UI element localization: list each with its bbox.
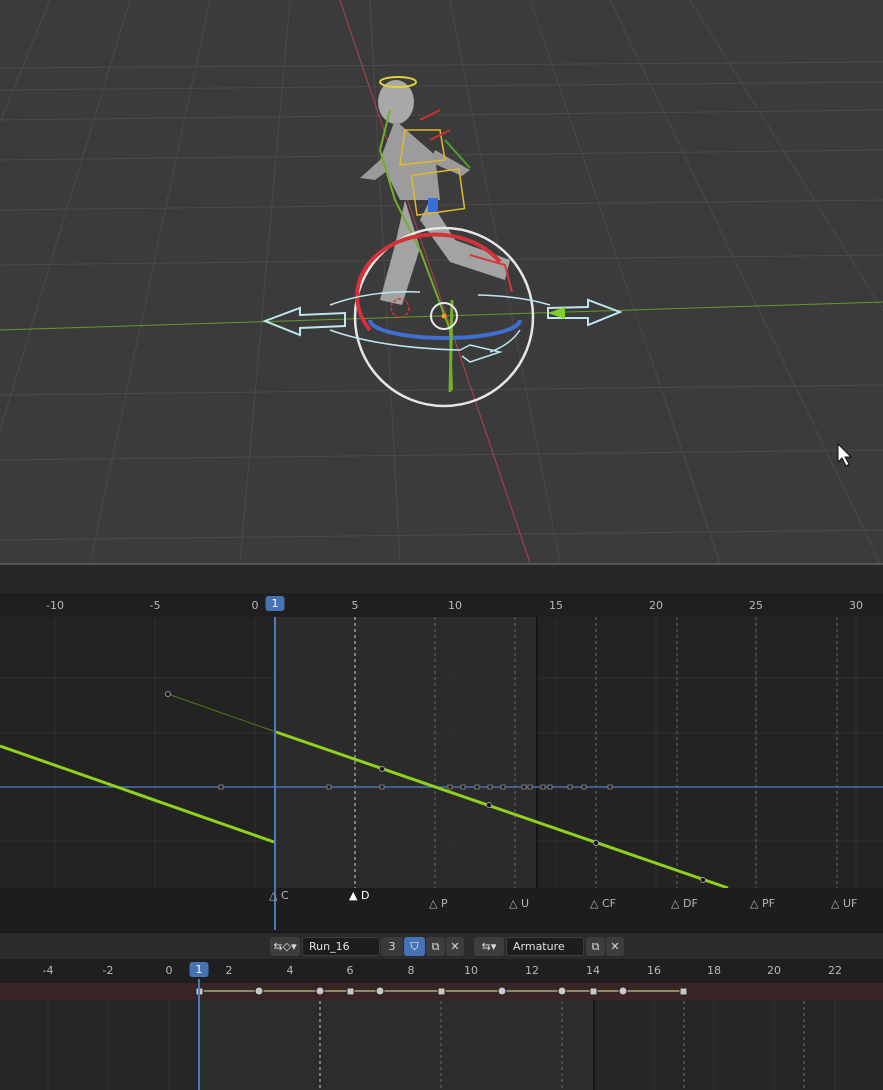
marker-label: U: [520, 897, 530, 910]
dopesheet-ruler-label: 0: [165, 964, 173, 977]
area-divider[interactable]: [0, 563, 883, 593]
action-users-count[interactable]: 3: [381, 937, 403, 956]
marker-label: DF: [682, 897, 698, 910]
marker-uf[interactable]: △ UF: [831, 897, 857, 910]
marker-pf[interactable]: △ PF: [750, 897, 775, 910]
graph-ruler-label: 25: [749, 599, 763, 612]
dopesheet-ruler-label: -4: [42, 964, 54, 977]
marker-u[interactable]: △ U: [509, 897, 529, 910]
dopesheet-current-frame-indicator[interactable]: 1: [189, 962, 209, 977]
graph-ruler-label: 30: [849, 599, 863, 612]
marker-label: UF: [842, 897, 858, 910]
dopesheet-ruler-label: 10: [464, 964, 478, 977]
chevron-down-icon: ▾: [291, 940, 297, 953]
dopesheet-ruler-label: 8: [407, 964, 415, 977]
graph-ruler-label: 15: [549, 599, 563, 612]
action-browse-button[interactable]: ⇆◇▾: [270, 937, 300, 956]
graph-editor[interactable]: -10 -5 0 5 10 15 20 25 30 1 △ C ▲ D △ P …: [0, 593, 883, 930]
current-frame-indicator[interactable]: 1: [265, 596, 285, 611]
3d-viewport[interactable]: [0, 0, 883, 563]
marker-cf[interactable]: △ CF: [590, 897, 616, 910]
dopesheet-canvas[interactable]: [0, 959, 883, 1090]
scene-range-overlay: [275, 617, 537, 888]
marker-c[interactable]: △ C: [269, 889, 289, 902]
dopesheet-ruler-label: 22: [828, 964, 842, 977]
marker-label: CF: [601, 897, 616, 910]
graph-ruler-label: 20: [649, 599, 663, 612]
floor-grid: [0, 0, 883, 563]
graph-ruler-label: -10: [46, 599, 64, 612]
transform-gizmo[interactable]: [262, 226, 623, 408]
dopesheet-ruler[interactable]: [0, 959, 883, 983]
armature-icon: ⇆: [481, 940, 491, 953]
mouse-pointer-icon: [837, 442, 853, 467]
graph-canvas[interactable]: [0, 593, 883, 930]
dopesheet-ruler-label: -2: [102, 964, 114, 977]
dopesheet-ruler-label: 6: [346, 964, 354, 977]
unlink-action-close-icon[interactable]: ✕: [446, 937, 464, 956]
marker-label: PF: [761, 897, 775, 910]
armature-name-field[interactable]: Armature: [506, 937, 584, 956]
graph-ruler-label: 10: [448, 599, 462, 612]
unlink-armature-close-icon[interactable]: ✕: [606, 937, 624, 956]
marker-label: D: [360, 889, 370, 902]
marker-label: P: [440, 897, 448, 910]
dopesheet-ruler-label: 2: [225, 964, 233, 977]
viewport-scene[interactable]: [0, 0, 883, 563]
dopesheet-ruler-label: 16: [647, 964, 661, 977]
graph-ruler-label: 0: [251, 599, 259, 612]
marker-df[interactable]: △ DF: [671, 897, 698, 910]
dopesheet-ruler-label: 4: [286, 964, 294, 977]
graph-ruler-label: -5: [149, 599, 161, 612]
marker-label: C: [280, 889, 289, 902]
duplicate-armature-icon[interactable]: ⧉: [586, 937, 605, 956]
action-icon: ⇆◇: [273, 940, 292, 953]
duplicate-action-icon[interactable]: ⧉: [426, 937, 445, 956]
dopesheet-ruler-label: 12: [525, 964, 539, 977]
dope-sheet[interactable]: -4 -2 0 2 4 6 8 10 12 14 16 18 20 22 1: [0, 959, 883, 1090]
y-axis-line: [339, 0, 531, 563]
dopesheet-ruler-label: 20: [767, 964, 781, 977]
action-name-field[interactable]: Run_16: [302, 937, 380, 956]
graph-ruler-label: 5: [351, 599, 359, 612]
marker-p[interactable]: △ P: [429, 897, 448, 910]
fake-user-shield-icon[interactable]: ⛉: [404, 937, 425, 956]
action-editor-header: ⇆◇▾ Run_16 3 ⛉ ⧉ ✕ ⇆▾ Armature ⧉ ✕: [0, 932, 883, 960]
marker-d[interactable]: ▲ D: [349, 889, 369, 902]
armature-browse-button[interactable]: ⇆▾: [474, 937, 504, 956]
chevron-down-icon: ▾: [490, 940, 497, 953]
dopesheet-ruler-label: 18: [707, 964, 721, 977]
dopesheet-ruler-label: 14: [586, 964, 600, 977]
